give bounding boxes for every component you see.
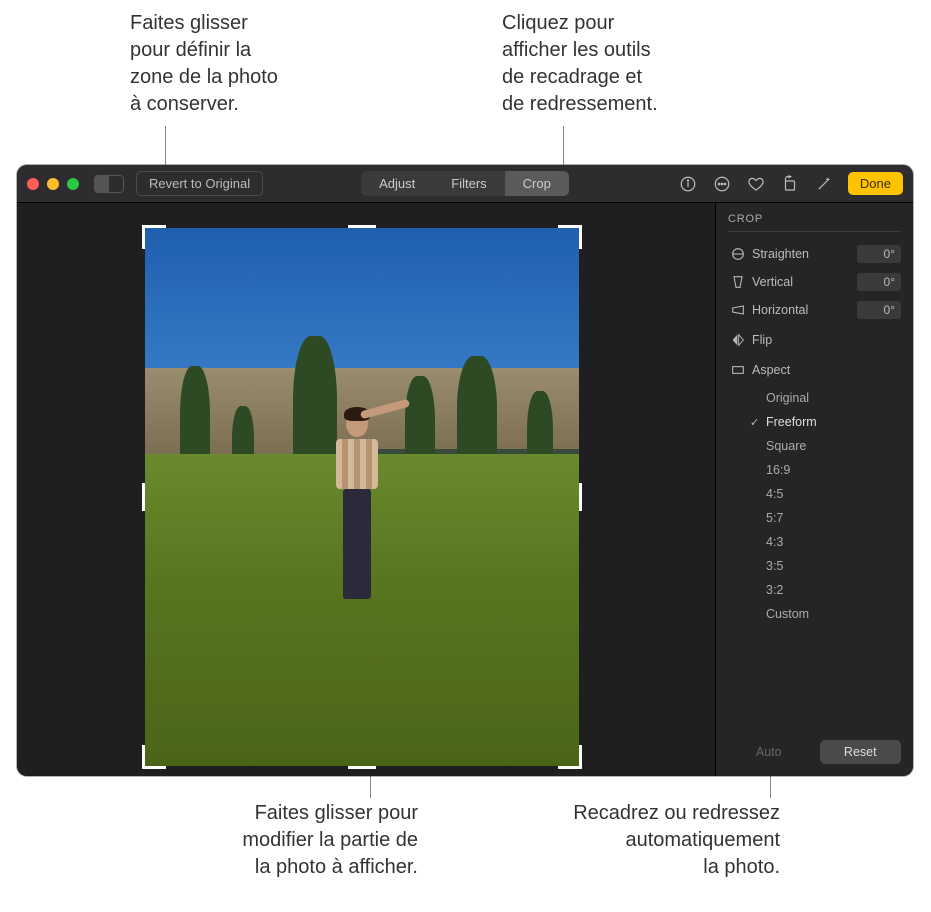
aspect-option-freeform[interactable]: Freeform <box>752 410 901 434</box>
vertical-control[interactable]: Vertical 0° <box>728 270 901 294</box>
aspect-option-square[interactable]: Square <box>752 434 901 458</box>
aspect-option-custom[interactable]: Custom <box>752 602 901 626</box>
done-button[interactable]: Done <box>848 172 903 195</box>
photo-content[interactable] <box>145 228 579 766</box>
flip-label: Flip <box>748 333 772 347</box>
photo-canvas[interactable] <box>17 203 715 776</box>
callout-drag-photo: Faites glisser pourmodifier la partie de… <box>168 800 418 881</box>
horizontal-label: Horizontal <box>748 303 857 317</box>
straighten-icon <box>728 246 748 262</box>
crop-handle-top-right[interactable] <box>558 225 582 249</box>
aspect-option-4-5[interactable]: 4:5 <box>752 482 901 506</box>
aspect-option-4-3[interactable]: 4:3 <box>752 530 901 554</box>
aspect-label: Aspect <box>748 363 790 377</box>
horizontal-value[interactable]: 0° <box>857 301 901 319</box>
view-toggle[interactable] <box>94 175 124 193</box>
auto-button[interactable]: Auto <box>728 740 810 764</box>
fullscreen-window-button[interactable] <box>67 178 79 190</box>
rotate-icon[interactable] <box>780 174 800 194</box>
enhance-icon[interactable] <box>814 174 834 194</box>
toolbar-right: Done <box>678 172 903 195</box>
callout-auto: Recadrez ou redressezautomatiquementla p… <box>530 800 780 881</box>
minimize-window-button[interactable] <box>47 178 59 190</box>
info-icon[interactable] <box>678 174 698 194</box>
window-controls <box>27 178 79 190</box>
tab-crop[interactable]: Crop <box>505 171 569 196</box>
aspect-option-3-5[interactable]: 3:5 <box>752 554 901 578</box>
tab-filters[interactable]: Filters <box>433 171 504 196</box>
crop-handle-bottom-left[interactable] <box>142 745 166 769</box>
photos-edit-window: Revert to Original Adjust Filters Crop D… <box>17 165 913 776</box>
close-window-button[interactable] <box>27 178 39 190</box>
vertical-value[interactable]: 0° <box>857 273 901 291</box>
sidebar-title: CROP <box>728 213 901 232</box>
horizontal-perspective-icon <box>728 302 748 318</box>
straighten-value[interactable]: 0° <box>857 245 901 263</box>
vertical-label: Vertical <box>748 275 857 289</box>
aspect-option-3-2[interactable]: 3:2 <box>752 578 901 602</box>
callout-crop-handle: Faites glisserpour définir lazone de la … <box>130 10 278 118</box>
straighten-control[interactable]: Straighten 0° <box>728 242 901 266</box>
callout-crop-tab: Cliquez pourafficher les outilsde recadr… <box>502 10 658 118</box>
more-icon[interactable] <box>712 174 732 194</box>
flip-button[interactable]: Flip <box>728 328 901 352</box>
crop-handle-top[interactable] <box>348 225 376 228</box>
reset-button[interactable]: Reset <box>820 740 902 764</box>
titlebar: Revert to Original Adjust Filters Crop D… <box>17 165 913 203</box>
crop-handle-left[interactable] <box>142 483 145 511</box>
aspect-icon <box>728 362 748 378</box>
revert-to-original-button[interactable]: Revert to Original <box>136 171 263 196</box>
aspect-list: OriginalFreeformSquare16:94:55:74:33:53:… <box>752 386 901 626</box>
crop-handle-right[interactable] <box>579 483 582 511</box>
aspect-option-16-9[interactable]: 16:9 <box>752 458 901 482</box>
crop-sidebar: CROP Straighten 0° Vertical 0° Horizo <box>715 203 913 776</box>
aspect-option-5-7[interactable]: 5:7 <box>752 506 901 530</box>
tab-adjust[interactable]: Adjust <box>361 171 433 196</box>
edit-tabs: Adjust Filters Crop <box>361 171 569 196</box>
crop-handle-bottom-right[interactable] <box>558 745 582 769</box>
vertical-perspective-icon <box>728 274 748 290</box>
crop-handle-top-left[interactable] <box>142 225 166 249</box>
crop-frame[interactable] <box>145 228 579 766</box>
straighten-label: Straighten <box>748 247 857 261</box>
aspect-section[interactable]: Aspect <box>728 358 901 382</box>
crop-handle-bottom[interactable] <box>348 766 376 769</box>
horizontal-control[interactable]: Horizontal 0° <box>728 298 901 322</box>
favorite-icon[interactable] <box>746 174 766 194</box>
aspect-option-original[interactable]: Original <box>752 386 901 410</box>
flip-icon <box>728 332 748 348</box>
